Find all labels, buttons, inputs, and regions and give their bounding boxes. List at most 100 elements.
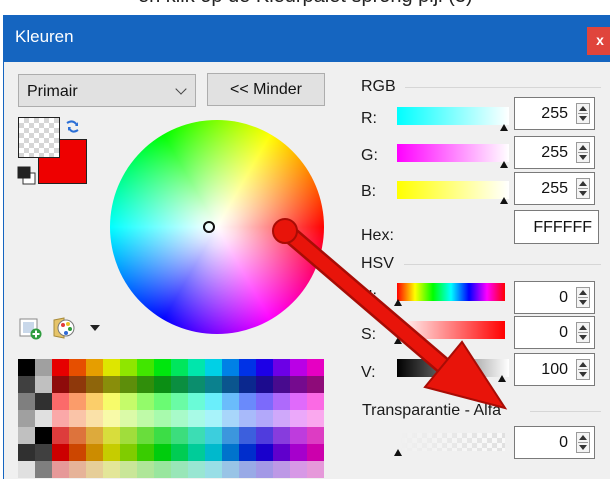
saturation-value-input[interactable]: 0 bbox=[514, 316, 595, 349]
saturation-slider[interactable] bbox=[397, 321, 505, 339]
palette-swatch[interactable] bbox=[205, 427, 222, 444]
palette-swatch[interactable] bbox=[307, 393, 324, 410]
palette-swatch[interactable] bbox=[171, 427, 188, 444]
palette-swatch[interactable] bbox=[103, 444, 120, 461]
palette-swatch[interactable] bbox=[239, 444, 256, 461]
palette-swatch[interactable] bbox=[137, 376, 154, 393]
palette-swatch[interactable] bbox=[154, 410, 171, 427]
palette-swatch[interactable] bbox=[171, 461, 188, 478]
palette-swatch[interactable] bbox=[18, 461, 35, 478]
blue-spin-buttons[interactable] bbox=[576, 178, 590, 199]
palette-swatch[interactable] bbox=[256, 359, 273, 376]
palette-swatch[interactable] bbox=[205, 393, 222, 410]
palette-swatch[interactable] bbox=[222, 461, 239, 478]
palette-swatch[interactable] bbox=[86, 461, 103, 478]
add-color-icon[interactable] bbox=[19, 318, 43, 340]
color-wheel[interactable] bbox=[110, 120, 324, 334]
palette-swatch[interactable] bbox=[290, 393, 307, 410]
palette-swatch[interactable] bbox=[222, 376, 239, 393]
less-button[interactable]: << Minder bbox=[207, 73, 325, 106]
palette-swatch[interactable] bbox=[256, 376, 273, 393]
palette-swatch[interactable] bbox=[69, 410, 86, 427]
green-value-input[interactable]: 255 bbox=[514, 136, 595, 169]
palette-swatch[interactable] bbox=[273, 444, 290, 461]
palette-swatch[interactable] bbox=[120, 393, 137, 410]
palette-swatch[interactable] bbox=[154, 461, 171, 478]
palette-swatch[interactable] bbox=[273, 427, 290, 444]
hex-input[interactable]: FFFFFF bbox=[514, 210, 599, 244]
palette-swatch[interactable] bbox=[52, 410, 69, 427]
palette-swatch[interactable] bbox=[222, 393, 239, 410]
primary-color-swatch[interactable] bbox=[18, 117, 60, 158]
palette-swatch[interactable] bbox=[307, 410, 324, 427]
palette-swatch[interactable] bbox=[239, 376, 256, 393]
palette-swatch[interactable] bbox=[256, 393, 273, 410]
palette-swatch[interactable] bbox=[154, 359, 171, 376]
swap-colors-icon[interactable] bbox=[63, 117, 83, 137]
palette-swatch[interactable] bbox=[273, 461, 290, 478]
palette-swatch[interactable] bbox=[171, 393, 188, 410]
palette-swatch[interactable] bbox=[171, 444, 188, 461]
green-spin-buttons[interactable] bbox=[576, 142, 590, 163]
palette-swatch[interactable] bbox=[205, 376, 222, 393]
palette-swatch[interactable] bbox=[290, 444, 307, 461]
palette-swatch[interactable] bbox=[273, 393, 290, 410]
palette-swatch[interactable] bbox=[120, 427, 137, 444]
red-spin-buttons[interactable] bbox=[576, 103, 590, 124]
palette-swatch[interactable] bbox=[188, 444, 205, 461]
palette-swatch[interactable] bbox=[256, 427, 273, 444]
red-value-input[interactable]: 255 bbox=[514, 97, 595, 130]
palette-swatch[interactable] bbox=[52, 427, 69, 444]
palette-swatch[interactable] bbox=[18, 444, 35, 461]
alpha-value-input[interactable]: 0 bbox=[514, 426, 595, 459]
palette-swatch[interactable] bbox=[171, 359, 188, 376]
value-value-input[interactable]: 100 bbox=[514, 353, 595, 386]
alpha-slider[interactable] bbox=[397, 433, 505, 451]
palette-swatch[interactable] bbox=[18, 427, 35, 444]
palette-swatch[interactable] bbox=[239, 393, 256, 410]
saturation-spin-buttons[interactable] bbox=[576, 322, 590, 343]
value-slider[interactable] bbox=[397, 359, 509, 377]
palette-swatch[interactable] bbox=[154, 444, 171, 461]
blue-value-input[interactable]: 255 bbox=[514, 172, 595, 205]
palette-icon[interactable] bbox=[51, 316, 75, 340]
value-spin-buttons[interactable] bbox=[576, 359, 590, 380]
palette-swatch[interactable] bbox=[69, 376, 86, 393]
palette-swatch[interactable] bbox=[137, 427, 154, 444]
palette-swatch[interactable] bbox=[239, 427, 256, 444]
palette-swatch[interactable] bbox=[188, 359, 205, 376]
blue-slider-thumb[interactable] bbox=[500, 197, 508, 204]
palette-swatch[interactable] bbox=[52, 359, 69, 376]
palette-swatch[interactable] bbox=[307, 461, 324, 478]
palette-swatch[interactable] bbox=[273, 410, 290, 427]
palette-swatch[interactable] bbox=[205, 444, 222, 461]
palette-swatch[interactable] bbox=[103, 427, 120, 444]
palette-swatch[interactable] bbox=[239, 410, 256, 427]
palette-swatch[interactable] bbox=[86, 393, 103, 410]
palette-swatch[interactable] bbox=[256, 410, 273, 427]
palette-swatch[interactable] bbox=[171, 410, 188, 427]
value-slider-thumb[interactable] bbox=[498, 375, 506, 382]
palette-menu-chevron-icon[interactable] bbox=[90, 325, 100, 331]
palette-swatch[interactable] bbox=[52, 376, 69, 393]
palette-swatch[interactable] bbox=[307, 444, 324, 461]
palette-swatch[interactable] bbox=[239, 461, 256, 478]
palette-swatch[interactable] bbox=[137, 359, 154, 376]
palette-swatch[interactable] bbox=[205, 359, 222, 376]
hue-slider[interactable] bbox=[397, 283, 505, 301]
palette-swatch[interactable] bbox=[103, 359, 120, 376]
palette-swatch[interactable] bbox=[290, 376, 307, 393]
palette-swatch[interactable] bbox=[86, 376, 103, 393]
palette-swatch[interactable] bbox=[137, 461, 154, 478]
red-slider[interactable] bbox=[397, 107, 509, 125]
palette-swatch[interactable] bbox=[18, 376, 35, 393]
palette-swatch[interactable] bbox=[69, 461, 86, 478]
palette-swatch[interactable] bbox=[103, 461, 120, 478]
palette-swatch[interactable] bbox=[256, 444, 273, 461]
blue-slider[interactable] bbox=[397, 181, 509, 199]
palette-swatch[interactable] bbox=[35, 444, 52, 461]
palette-swatch[interactable] bbox=[52, 461, 69, 478]
palette-swatch[interactable] bbox=[154, 376, 171, 393]
palette-swatch[interactable] bbox=[86, 410, 103, 427]
palette-swatch[interactable] bbox=[52, 393, 69, 410]
